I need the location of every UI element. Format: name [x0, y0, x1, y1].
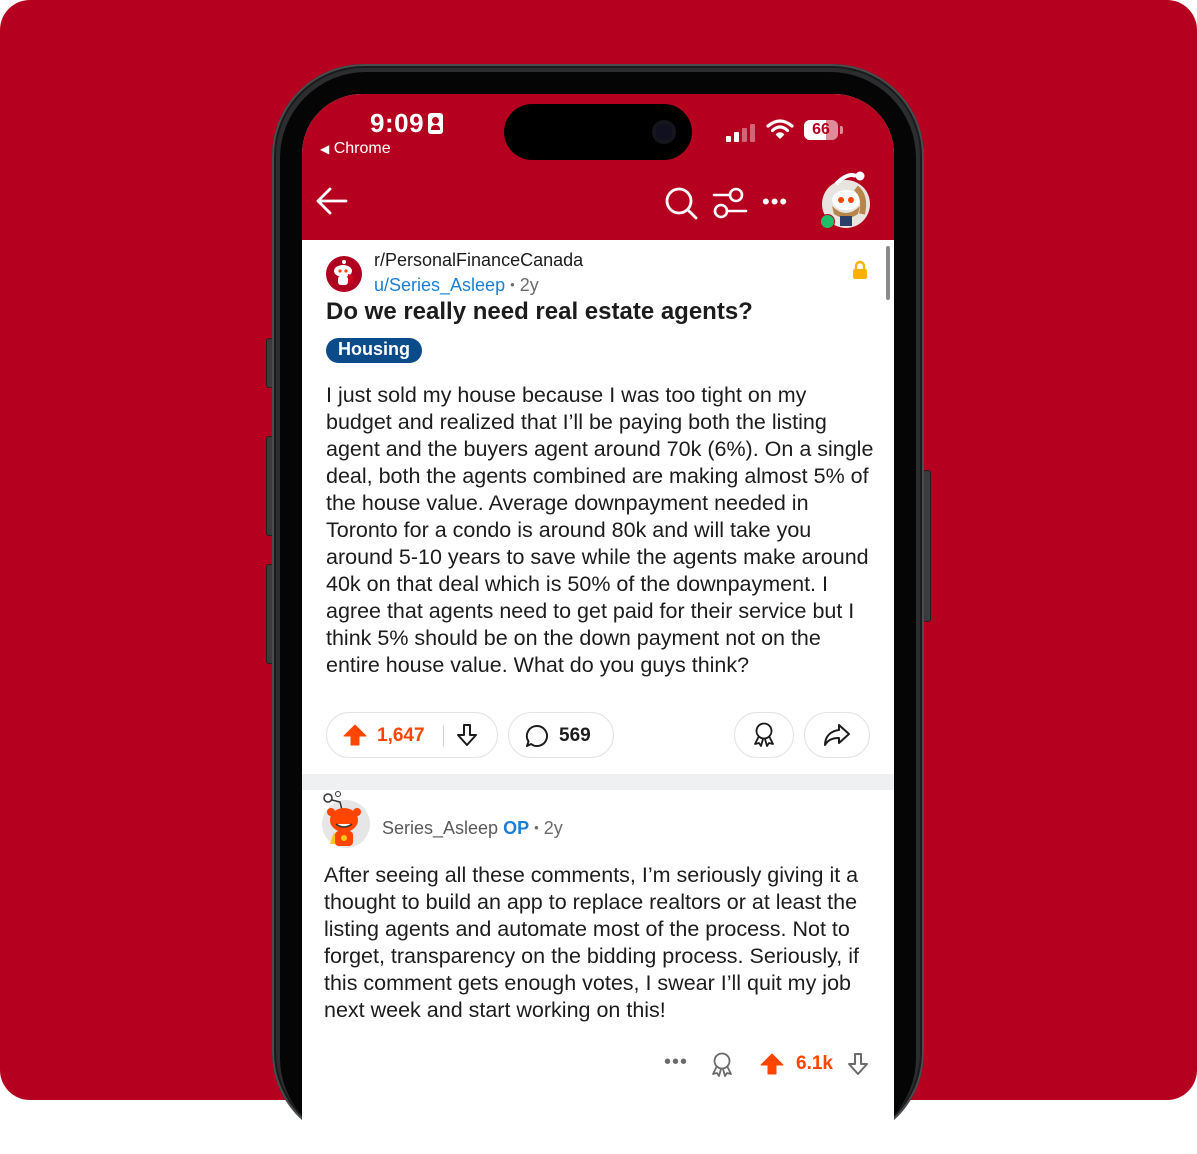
comment-vote-count: 6.1k	[796, 1053, 833, 1074]
filter-sliders-icon[interactable]	[712, 186, 748, 220]
award-icon[interactable]	[710, 1052, 734, 1078]
section-divider	[302, 774, 894, 790]
status-time: 9:09	[370, 108, 444, 139]
search-icon[interactable]	[664, 186, 700, 222]
phone-frame: 9:09 ◀ Chrome 66 ••• r/PersonalFinanceCa…	[272, 64, 924, 1154]
post-body: I just sold my house because I was too t…	[326, 383, 874, 677]
phone-screen: 9:09 ◀ Chrome 66 ••• r/PersonalFinanceCa…	[302, 94, 894, 1154]
snoo-subreddit-icon	[334, 260, 354, 285]
post-author-link[interactable]: u/Series_Asleep	[374, 275, 505, 295]
award-icon	[754, 722, 774, 747]
battery-percent: 66	[812, 121, 830, 138]
comment-actions: ••• 6.1k	[662, 1052, 882, 1082]
comment-more-button[interactable]: •••	[664, 1052, 688, 1072]
back-app-label: Chrome	[333, 140, 391, 157]
contact-card-icon	[428, 113, 444, 134]
award-button[interactable]	[734, 712, 794, 758]
upvote-arrow-icon[interactable]	[343, 723, 367, 747]
downvote-arrow-icon[interactable]	[846, 1052, 870, 1076]
app-header: 9:09 ◀ Chrome 66 •••	[302, 94, 894, 240]
comment-bubble-icon	[525, 724, 548, 747]
post-age: 2y	[519, 275, 539, 295]
subreddit-avatar[interactable]	[326, 256, 362, 292]
post-flair[interactable]: Housing	[326, 338, 422, 363]
camera-icon	[652, 120, 676, 144]
comment-meta: Series_Asleep OP • 2y	[382, 818, 563, 839]
op-badge: OP	[503, 818, 530, 838]
comment-body: After seeing all these comments, I’m ser…	[324, 863, 860, 1022]
comment-count: 569	[559, 725, 591, 746]
comment-age: 2y	[543, 818, 563, 838]
share-arrow-icon	[824, 724, 850, 746]
subreddit-name[interactable]: r/PersonalFinanceCanada	[374, 250, 583, 271]
upvote-arrow-icon[interactable]	[760, 1052, 784, 1076]
snoo-commenter-icon	[323, 791, 361, 846]
comments-button[interactable]: 569	[508, 712, 614, 758]
battery-tip	[840, 126, 843, 134]
downvote-arrow-icon[interactable]	[455, 723, 479, 747]
clock-text: 9:09	[370, 108, 425, 138]
triangle-left-icon: ◀	[320, 142, 330, 156]
user-avatar[interactable]	[820, 171, 870, 229]
battery-icon: 66	[804, 120, 838, 140]
separator-dot: •	[510, 277, 515, 292]
post-vote-count: 1,647	[377, 725, 425, 746]
comment-author[interactable]: Series_Asleep	[382, 818, 498, 838]
lock-icon	[853, 260, 867, 279]
share-button[interactable]	[804, 712, 870, 758]
commenter-avatar[interactable]	[322, 791, 370, 848]
wifi-icon	[766, 119, 794, 139]
post-byline: u/Series_Asleep • 2y	[374, 275, 539, 296]
post-actions-bar: 1,647 569	[326, 712, 870, 760]
scrollbar-thumb[interactable]	[886, 246, 890, 300]
online-status-indicator	[820, 214, 835, 229]
separator-dot: •	[534, 820, 539, 835]
cell-signal-icon	[726, 124, 758, 142]
phone-power-button	[923, 470, 931, 622]
vote-divider	[443, 725, 444, 747]
post-title: Do we really need real estate agents?	[326, 298, 753, 325]
arrow-left-icon[interactable]	[314, 184, 350, 218]
dynamic-island	[504, 104, 692, 160]
more-options-button[interactable]: •••	[762, 191, 788, 213]
back-to-app-link[interactable]: ◀ Chrome	[320, 140, 391, 158]
vote-control: 1,647	[326, 712, 498, 758]
